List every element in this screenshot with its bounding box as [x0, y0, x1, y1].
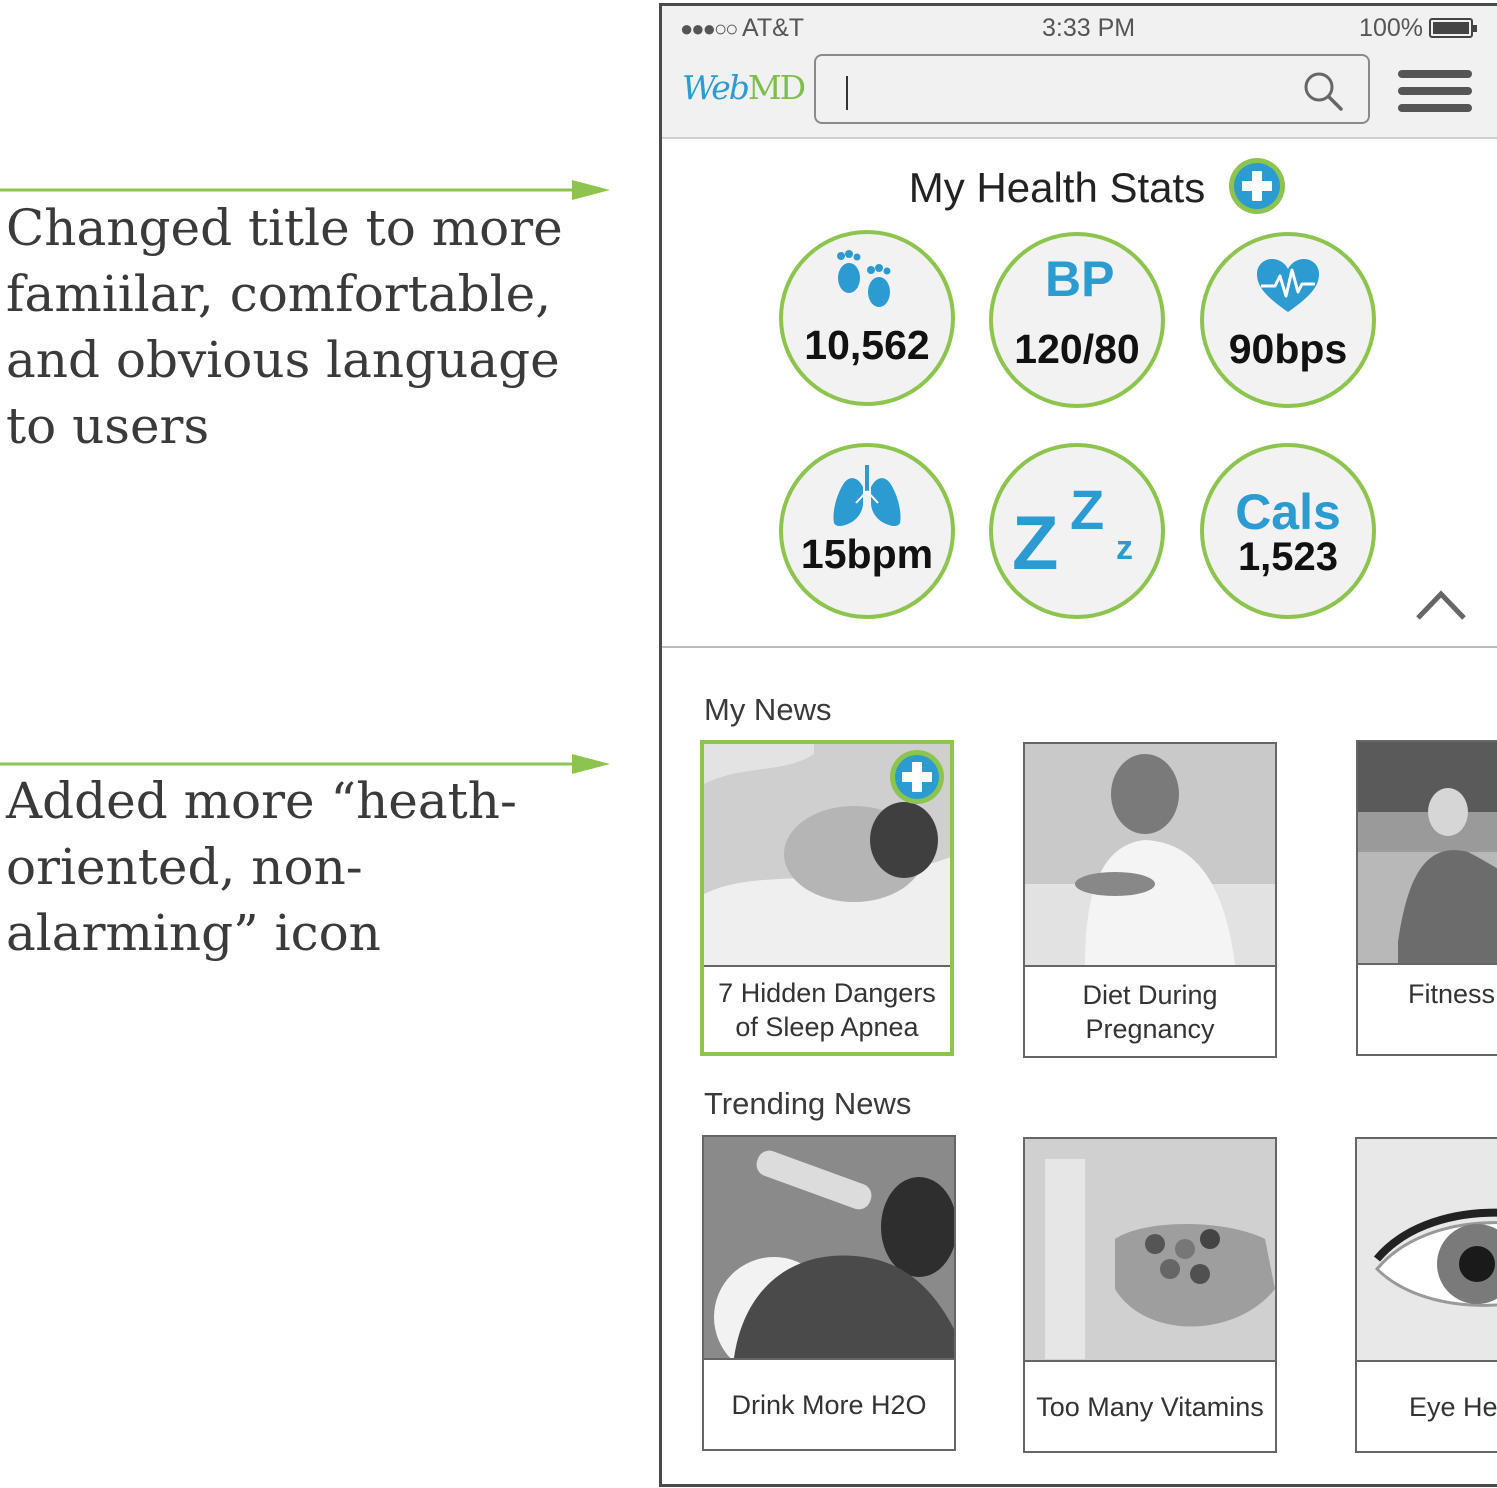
battery-icon	[1429, 18, 1477, 38]
trending-card-vitamins[interactable]: Too Many Vitamins	[1023, 1137, 1277, 1453]
trending-card-eye-health[interactable]: Eye He	[1355, 1137, 1497, 1453]
signal-icon: ●●●○○	[680, 16, 738, 41]
footprints-icon	[837, 250, 891, 307]
annotation-title-change: Changed title to more famiilar, comforta…	[6, 199, 563, 455]
svg-text:Z: Z	[1012, 501, 1058, 577]
lungs-icon	[833, 465, 901, 526]
stat-calories[interactable]: Cals 1,523	[1200, 443, 1376, 619]
news-card-title: 7 Hidden Dangers of Sleep Apnea	[704, 965, 950, 1052]
trending-news-title: Trending News	[704, 1086, 912, 1121]
top-bar: ●●●○○ AT&T 3:33 PM 100% WebMD	[662, 6, 1497, 139]
svg-text:Z: Z	[1070, 478, 1104, 541]
text-caret	[846, 76, 848, 110]
steps-value: 10,562	[804, 322, 930, 368]
news-card-title: Diet During Pregnancy	[1025, 965, 1275, 1056]
webmd-logo[interactable]: WebMD	[682, 68, 806, 107]
pregnant-woman-eating-photo	[1025, 744, 1275, 965]
heart-rate-icon	[1257, 259, 1319, 312]
add-stat-button[interactable]	[1227, 156, 1287, 216]
news-card-title: Fitness	[1358, 963, 1497, 1054]
sleep-icon: Z Z z	[1012, 478, 1133, 577]
bp-icon-text: BP	[1045, 251, 1115, 307]
blood-pressure-icon: BP	[1037, 250, 1117, 314]
collapse-chevron-up-icon[interactable]	[1414, 586, 1468, 622]
trending-card-drink-water[interactable]: Drink More H2O	[702, 1135, 956, 1451]
trending-card-title: Drink More H2O	[704, 1358, 954, 1449]
phone-screen: ●●●○○ AT&T 3:33 PM 100% WebMD My Health …	[659, 3, 1497, 1487]
hamburger-menu-icon[interactable]	[1398, 70, 1472, 112]
stat-sleep[interactable]: Z Z z	[989, 443, 1165, 619]
hand-with-pills-photo	[1025, 1139, 1275, 1360]
news-card-fitness[interactable]: Fitness	[1356, 740, 1497, 1056]
stat-steps[interactable]: 10,562	[779, 230, 955, 406]
woman-drinking-water-photo	[704, 1137, 954, 1358]
blood-pressure-value: 120/80	[1014, 326, 1140, 372]
breathing-value: 15bpm	[800, 531, 934, 577]
health-stats-title: My Health Stats	[908, 164, 1206, 211]
annotation-icon-change: Added more “heath- oriented, non- alarmi…	[6, 772, 517, 962]
carrier-name: AT&T	[742, 14, 805, 42]
carrier-status: ●●●○○ AT&T	[680, 14, 804, 43]
battery-percent: 100%	[1359, 14, 1423, 42]
stat-blood-pressure[interactable]: BP 120/80	[989, 232, 1165, 408]
eye-closeup-photo	[1357, 1139, 1497, 1360]
trending-card-title: Eye He	[1357, 1360, 1497, 1451]
status-time: 3:33 PM	[1042, 14, 1136, 42]
search-icon[interactable]	[1302, 70, 1344, 112]
my-news-title: My News	[704, 692, 832, 727]
add-news-button[interactable]	[888, 748, 946, 806]
section-divider	[662, 646, 1497, 648]
man-stretching-photo	[1358, 742, 1497, 963]
calories-icon: Cals	[1235, 484, 1341, 540]
stat-heart-rate[interactable]: 90bps	[1200, 232, 1376, 408]
news-card-pregnancy-diet[interactable]: Diet During Pregnancy	[1023, 742, 1277, 1058]
calories-value: 1,523	[1237, 535, 1339, 579]
svg-text:z: z	[1116, 529, 1133, 567]
search-input[interactable]	[814, 54, 1370, 124]
stat-breathing[interactable]: 15bpm	[779, 443, 955, 619]
heart-rate-value: 90bps	[1228, 326, 1348, 372]
news-card-sleep-apnea[interactable]: 7 Hidden Dangers of Sleep Apnea	[700, 740, 954, 1056]
trending-card-title: Too Many Vitamins	[1025, 1360, 1275, 1451]
